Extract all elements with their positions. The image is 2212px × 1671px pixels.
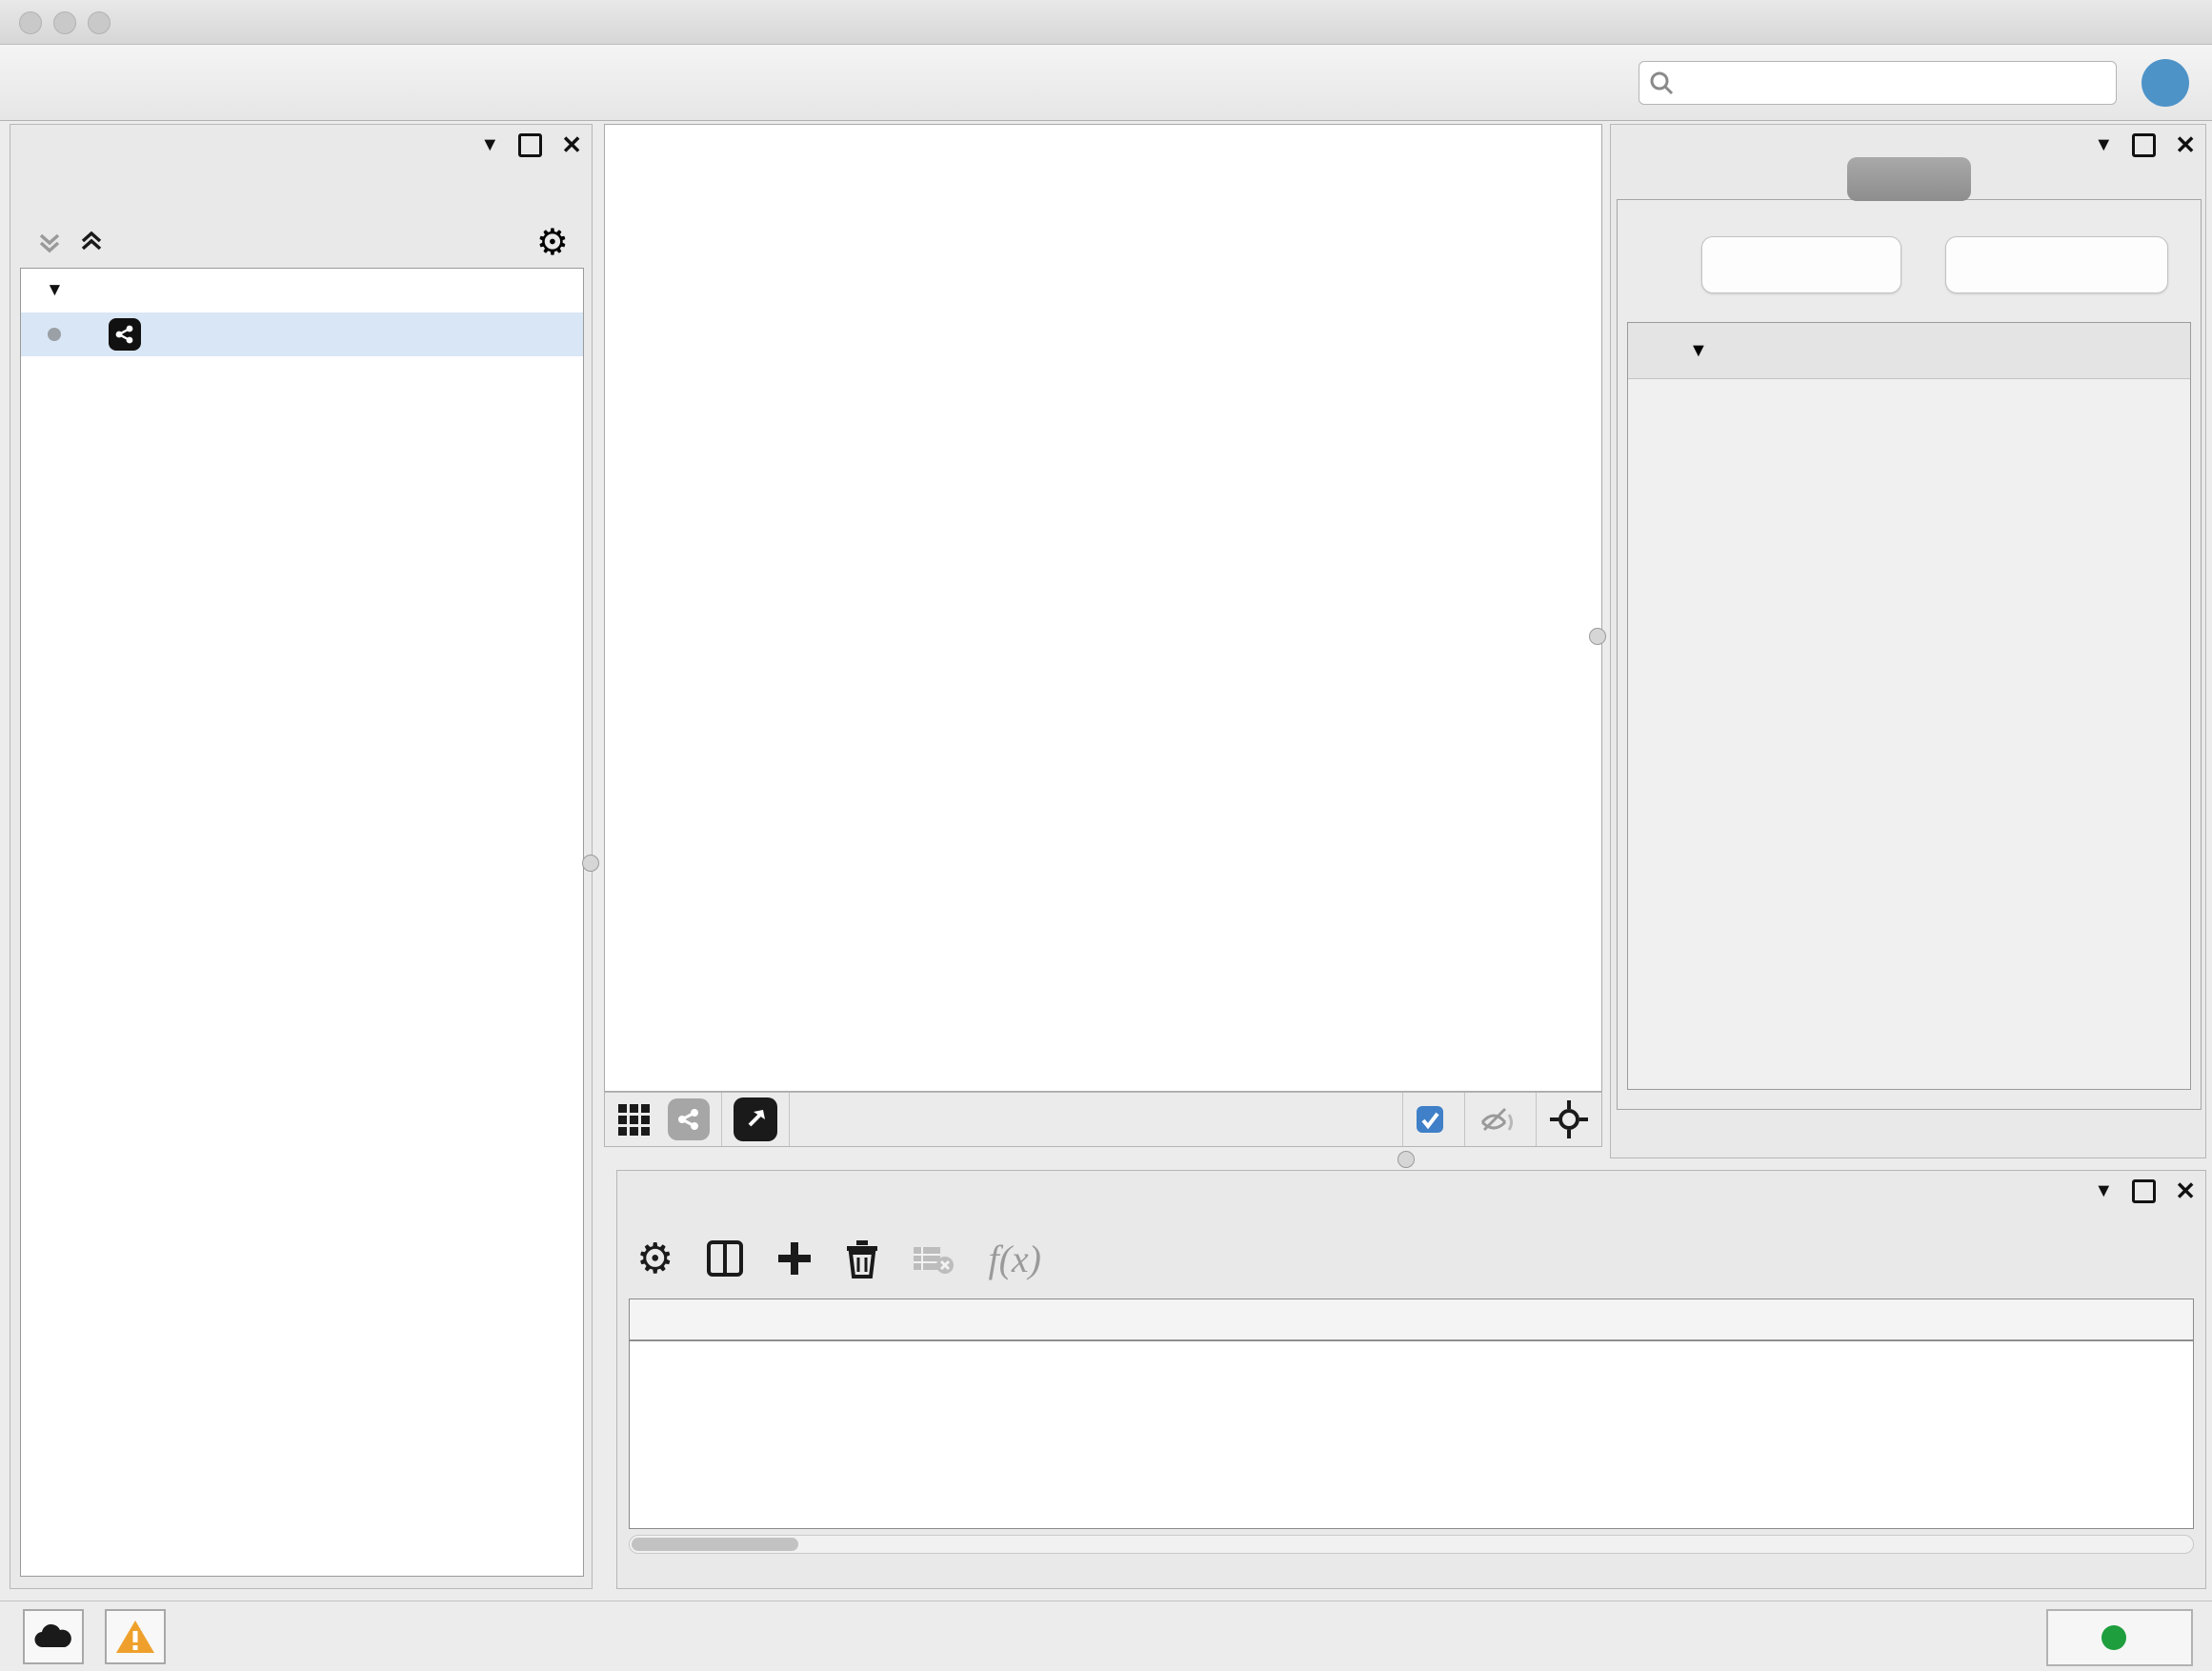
show-columns-icon[interactable] xyxy=(706,1239,744,1278)
right-splitter-handle[interactable] xyxy=(1589,628,1606,645)
network-canvas[interactable] xyxy=(604,124,1602,1092)
table-panel-float-icon[interactable] xyxy=(2132,1179,2156,1203)
search-icon xyxy=(1649,70,1674,95)
network-view-toolbar xyxy=(604,1092,1602,1147)
collapse-all-button[interactable] xyxy=(1945,236,2168,293)
gene-section-header[interactable]: ▼ xyxy=(1628,323,2190,379)
control-panel-collapse-icon[interactable]: ▼ xyxy=(480,134,499,156)
table-row[interactable] xyxy=(630,1341,2193,1383)
cytoscape-window: ▼ ✕ ⚙ ▼ xyxy=(0,0,2212,1671)
network-selection-row: ⚙ xyxy=(20,220,584,264)
node-table[interactable] xyxy=(629,1299,2194,1529)
string-results-box: ▼ xyxy=(1617,199,2202,1110)
fit-selected-crosshair-icon[interactable] xyxy=(1548,1098,1590,1140)
network-share-icon[interactable] xyxy=(668,1098,710,1140)
left-splitter-handle[interactable] xyxy=(582,855,599,872)
memory-status-dot xyxy=(2101,1625,2126,1650)
status-bar xyxy=(0,1601,2212,1671)
search-box[interactable] xyxy=(1639,61,2117,105)
gene-expand-icon[interactable]: ▼ xyxy=(1689,340,1708,362)
table-panel-collapse-icon[interactable]: ▼ xyxy=(2094,1180,2113,1202)
add-column-plus-icon[interactable] xyxy=(776,1240,813,1277)
table-panel-close-icon[interactable]: ✕ xyxy=(2175,1177,2196,1206)
control-panel: ▼ ✕ ⚙ ▼ xyxy=(10,124,593,1589)
minimize-window-button[interactable] xyxy=(53,11,76,34)
gene-section: ▼ xyxy=(1627,322,2191,1090)
birdseye-grid-icon[interactable] xyxy=(616,1100,654,1138)
network-options-gear-icon[interactable]: ⚙ xyxy=(536,221,569,264)
help-button[interactable] xyxy=(2142,59,2189,107)
table-horizontal-scrollbar[interactable] xyxy=(629,1535,2194,1554)
table-toolbar: ⚙ f xyxy=(636,1224,1041,1293)
network-row[interactable] xyxy=(21,312,583,356)
selected-checkbox-icon[interactable] xyxy=(1415,1104,1445,1135)
cloud-icon xyxy=(33,1622,73,1651)
zoom-window-button[interactable] xyxy=(88,11,111,34)
open-in-window-icon[interactable] xyxy=(734,1097,777,1141)
results-panel-float-icon[interactable] xyxy=(2132,133,2156,157)
table-panel: ▼ ✕ ⚙ xyxy=(616,1170,2206,1589)
hidden-eye-icon xyxy=(1477,1103,1517,1136)
collapse-all-chevron-icon[interactable] xyxy=(75,226,108,258)
cloud-button[interactable] xyxy=(23,1609,84,1664)
delete-column-trash-icon[interactable] xyxy=(845,1238,879,1278)
control-panel-float-icon[interactable] xyxy=(518,133,542,157)
search-input[interactable] xyxy=(1674,69,2106,97)
collection-expand-icon[interactable]: ▼ xyxy=(46,280,64,301)
expand-all-button[interactable] xyxy=(1701,236,1901,293)
memory-button[interactable] xyxy=(2046,1609,2193,1666)
expand-all-chevron-icon[interactable] xyxy=(33,226,66,258)
protein-structure-image xyxy=(1647,426,1990,788)
network-collection-row[interactable]: ▼ xyxy=(21,269,583,312)
warning-icon xyxy=(114,1619,156,1655)
tab-string[interactable] xyxy=(1847,157,1971,201)
network-list: ▼ xyxy=(20,268,584,1577)
results-panel-collapse-icon[interactable]: ▼ xyxy=(2094,134,2113,156)
bottom-splitter-handle[interactable] xyxy=(1398,1151,1415,1168)
results-panel-close-icon[interactable]: ✕ xyxy=(2175,131,2196,160)
network-status-dot xyxy=(48,328,61,341)
delete-table-icon xyxy=(912,1241,955,1276)
string-network-icon xyxy=(109,318,141,351)
title-bar xyxy=(0,0,2212,45)
function-builder-icon: f(x) xyxy=(988,1237,1041,1281)
results-panel: ▼ ✕ ▼ xyxy=(1610,124,2206,1158)
close-window-button[interactable] xyxy=(19,11,42,34)
warnings-button[interactable] xyxy=(105,1609,166,1664)
control-panel-close-icon[interactable]: ✕ xyxy=(561,131,582,160)
table-settings-gear-icon[interactable]: ⚙ xyxy=(636,1235,674,1283)
main-toolbar xyxy=(0,45,2212,121)
